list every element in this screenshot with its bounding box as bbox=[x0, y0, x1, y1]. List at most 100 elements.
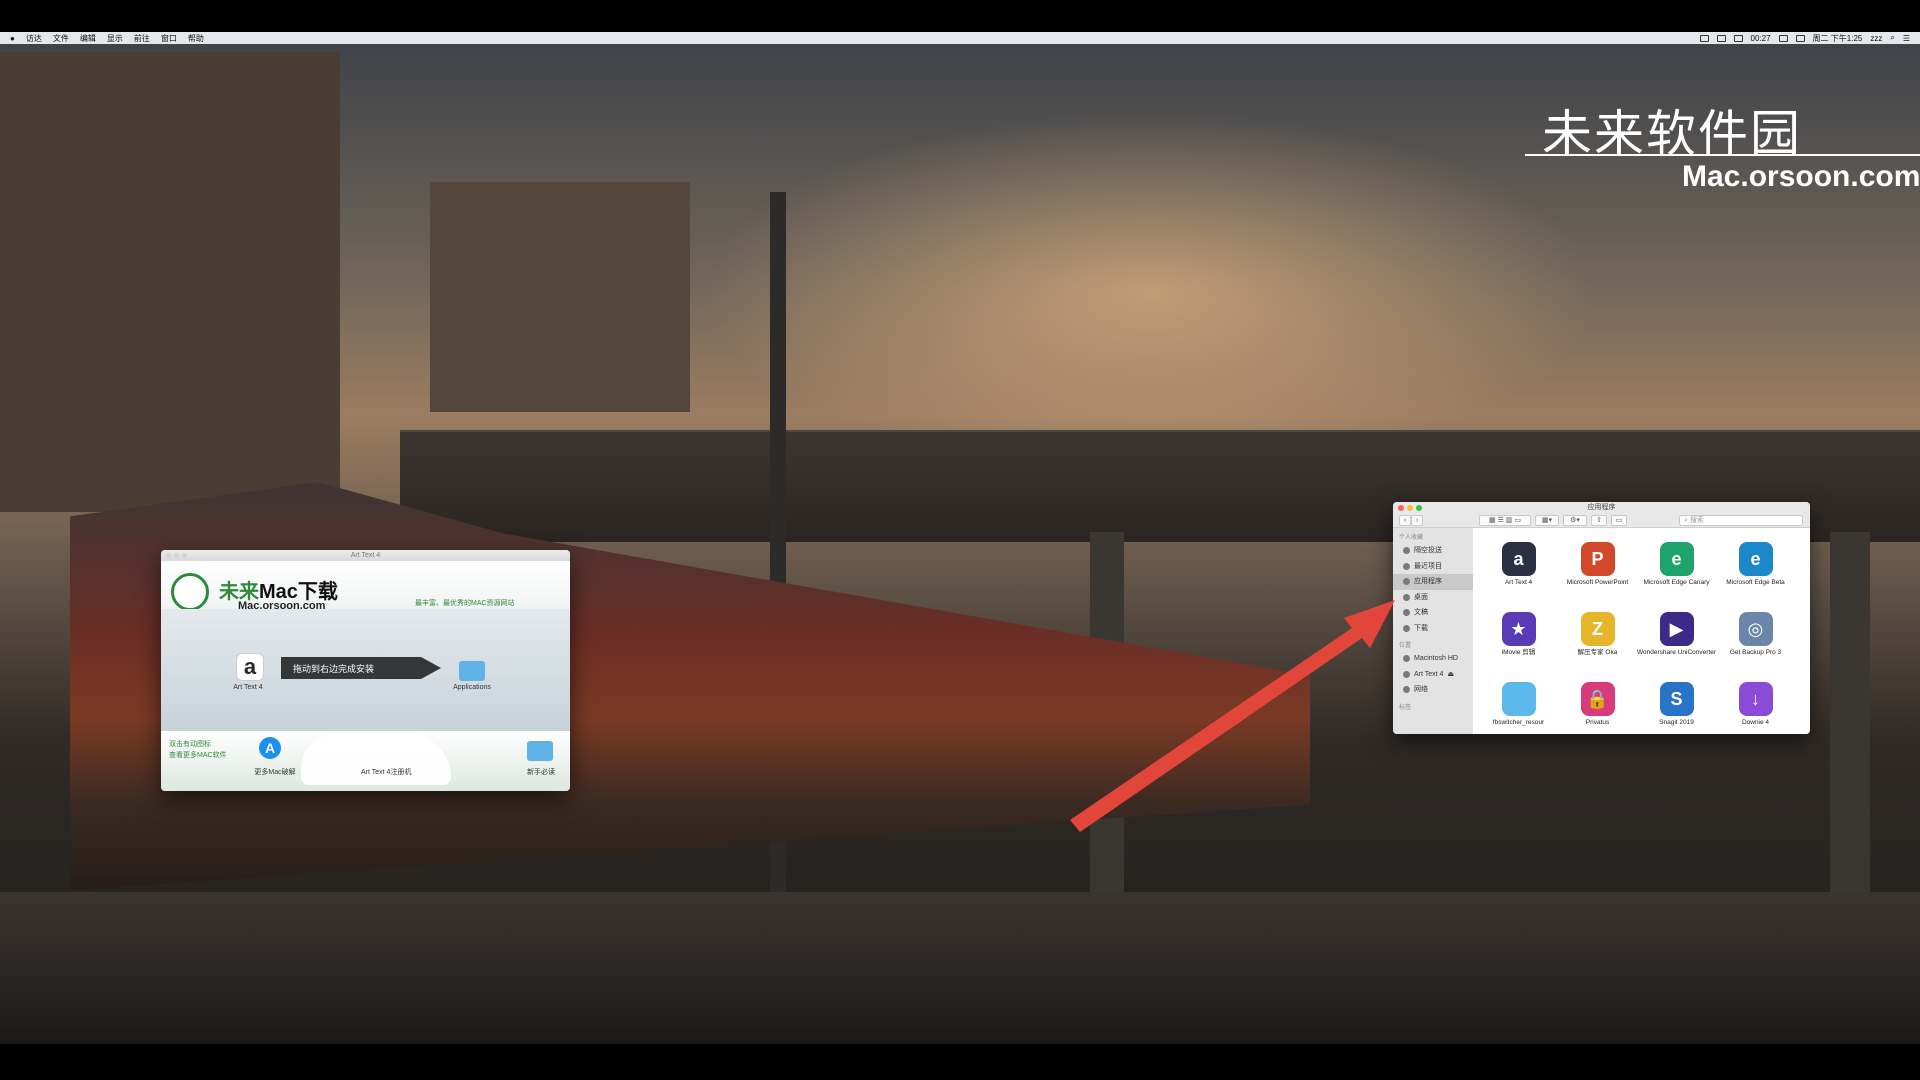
app-item[interactable]: ↓ Downie 4 bbox=[1716, 682, 1795, 734]
app-item[interactable]: e Microsoft Edge Canary bbox=[1637, 542, 1716, 604]
sidebar-item-art-text-volume[interactable]: Art Text 4 ⏏ bbox=[1393, 667, 1473, 683]
back-button[interactable]: ‹ bbox=[1399, 515, 1411, 526]
sidebar-item-recents[interactable]: 最近项目 bbox=[1393, 559, 1473, 575]
timer-status[interactable]: 00:27 bbox=[1751, 34, 1771, 43]
installer-header: 未来Mac下载 Mac.orsoon.com 最丰富、最优秀的MAC资源网站 bbox=[161, 561, 570, 612]
user-name[interactable]: zzz bbox=[1870, 34, 1882, 43]
zoom-button[interactable] bbox=[1416, 505, 1422, 511]
app-item[interactable]: e Microsoft Edge Beta bbox=[1716, 542, 1795, 604]
finder-titlebar[interactable]: 应用程序 bbox=[1393, 502, 1810, 513]
sidebar-item-desktop[interactable]: 桌面 bbox=[1393, 590, 1473, 606]
station-building bbox=[430, 182, 690, 412]
app-item[interactable]: ★ iMovie 剪辑 bbox=[1479, 612, 1558, 674]
desktop-icon bbox=[1403, 593, 1410, 601]
app-item[interactable]: fbswitcher_resour bbox=[1479, 682, 1558, 734]
app-name: Downie 4 bbox=[1741, 719, 1770, 726]
disk-icon bbox=[1403, 670, 1410, 678]
document-icon bbox=[1403, 609, 1410, 617]
minimize-button[interactable] bbox=[1407, 505, 1413, 511]
menu-window[interactable]: 窗口 bbox=[161, 33, 177, 44]
app-name: Snagit 2019 bbox=[1659, 719, 1694, 726]
app-icon: ↓ bbox=[1738, 682, 1773, 716]
app-name: fbswitcher_resour bbox=[1492, 719, 1545, 726]
status-icon[interactable] bbox=[1733, 34, 1743, 42]
battery-icon[interactable] bbox=[1795, 34, 1805, 42]
search-icon[interactable]: ⌕ bbox=[1890, 33, 1894, 43]
app-item[interactable]: a Art Text 4 bbox=[1479, 542, 1558, 604]
app-item[interactable]: Z 解压专家 Oka bbox=[1558, 612, 1637, 674]
factory-building bbox=[0, 52, 340, 512]
menu-list-icon[interactable]: ☰ bbox=[1903, 34, 1910, 43]
airdrop-icon bbox=[1403, 547, 1410, 555]
wifi-icon[interactable] bbox=[1778, 34, 1788, 42]
sidebar-item-downloads[interactable]: 下载 bbox=[1393, 621, 1473, 637]
cloud-decoration bbox=[301, 735, 451, 785]
app-item[interactable]: S Snagit 2019 bbox=[1637, 682, 1716, 734]
sidebar-item-macintosh-hd[interactable]: Macintosh HD bbox=[1393, 651, 1473, 667]
app-item[interactable]: ▶ Wondershare UniConverter bbox=[1637, 612, 1716, 674]
app-name: iMovie 剪辑 bbox=[1501, 649, 1536, 656]
app-icon: Z bbox=[1580, 612, 1615, 646]
menu-app[interactable]: 访达 bbox=[26, 33, 42, 44]
group-button[interactable]: ▦▾ bbox=[1535, 515, 1559, 526]
menu-help[interactable]: 帮助 bbox=[188, 33, 204, 44]
watermark-url: Mac.orsoon.com bbox=[1682, 160, 1920, 193]
sidebar-item-network[interactable]: 网络 bbox=[1393, 682, 1473, 698]
installer-drag-area: a Art Text 4 拖动到右边完成安装 Applications bbox=[161, 609, 570, 731]
keygen-label[interactable]: Art Text 4注册机 bbox=[361, 767, 411, 777]
sidebar-header-locations: 位置 bbox=[1399, 643, 1412, 649]
sidebar-header-favorites: 个人收藏 bbox=[1399, 535, 1424, 541]
app-icon: e bbox=[1659, 542, 1694, 576]
action-gear-icon[interactable]: ⚙▾ bbox=[1563, 515, 1587, 526]
app-name: Privatus bbox=[1585, 719, 1610, 726]
close-button[interactable] bbox=[166, 553, 171, 558]
more-mac-label: 更多Mac破解 bbox=[254, 769, 296, 776]
menu-view[interactable]: 显示 bbox=[107, 33, 123, 44]
sidebar-item-applications[interactable]: 应用程序 bbox=[1393, 574, 1473, 590]
clock[interactable]: 周二 下午1:25 bbox=[1813, 33, 1863, 44]
art-text-app-icon[interactable]: a bbox=[236, 653, 264, 681]
search-input[interactable]: ⌕ 搜索 bbox=[1679, 515, 1803, 526]
app-icon: P bbox=[1580, 542, 1615, 576]
finder-toolbar: ‹ › ▦ ☰ ▥ ▭ ▦▾ ⚙▾ ⇧ ▭ ⌕ 搜索 bbox=[1393, 513, 1810, 528]
forward-button[interactable]: › bbox=[1411, 515, 1423, 526]
applications-icon bbox=[1403, 578, 1410, 586]
view-switcher[interactable]: ▦ ☰ ▥ ▭ bbox=[1479, 515, 1531, 526]
status-icon[interactable] bbox=[1716, 34, 1726, 42]
status-icon[interactable] bbox=[1699, 34, 1709, 42]
bridge-pillar bbox=[1830, 532, 1870, 892]
sidebar-header-tags: 标签 bbox=[1399, 704, 1412, 711]
sidebar-item-documents[interactable]: 文稿 bbox=[1393, 605, 1473, 621]
app-item[interactable]: P Microsoft PowerPoint bbox=[1558, 542, 1637, 604]
finder-window[interactable]: 应用程序 ‹ › ▦ ☰ ▥ ▭ ▦▾ ⚙▾ ⇧ ▭ ⌕ 搜索 个人收藏 隔空投… bbox=[1393, 502, 1810, 734]
minimize-button[interactable] bbox=[174, 553, 179, 558]
app-store-icon[interactable]: A bbox=[259, 737, 281, 759]
eject-icon[interactable]: ⏏ bbox=[1447, 667, 1454, 683]
app-item[interactable]: 🔒 Privatus bbox=[1558, 682, 1637, 734]
tag-icon[interactable]: ▭ bbox=[1611, 515, 1627, 526]
applications-folder-icon[interactable] bbox=[459, 661, 485, 681]
menu-file[interactable]: 文件 bbox=[53, 33, 69, 44]
clock-icon bbox=[1403, 562, 1410, 570]
app-icon: 🔒 bbox=[1580, 682, 1615, 716]
apple-menu-icon[interactable]: ● bbox=[10, 34, 15, 43]
app-grid: a Art Text 4 P Microsoft PowerPoint e Microso… bbox=[1473, 542, 1810, 734]
platform bbox=[0, 892, 1920, 1044]
newbie-folder-icon[interactable] bbox=[527, 741, 553, 761]
download-icon bbox=[1403, 624, 1410, 632]
app-name: Microsoft PowerPoint bbox=[1566, 579, 1629, 586]
installer-titlebar[interactable]: Art Text 4 bbox=[161, 550, 570, 561]
disk-icon bbox=[1403, 655, 1410, 663]
app-item[interactable]: ◎ Get Backup Pro 3 bbox=[1716, 612, 1795, 674]
installer-window[interactable]: Art Text 4 未来Mac下载 Mac.orsoon.com 最丰富、最优… bbox=[161, 550, 570, 791]
share-icon[interactable]: ⇧ bbox=[1591, 515, 1607, 526]
menu-go[interactable]: 前往 bbox=[134, 33, 150, 44]
app-icon bbox=[1501, 682, 1536, 716]
menu-edit[interactable]: 编辑 bbox=[80, 33, 96, 44]
app-name: Microsoft Edge Beta bbox=[1726, 579, 1785, 586]
brand-slogan: 最丰富、最优秀的MAC资源网站 bbox=[415, 600, 515, 607]
sidebar-item-airdrop[interactable]: 隔空投送 bbox=[1393, 543, 1473, 559]
newbie-label: 新手必读 bbox=[527, 769, 555, 776]
close-button[interactable] bbox=[1398, 505, 1404, 511]
zoom-button[interactable] bbox=[182, 553, 187, 558]
